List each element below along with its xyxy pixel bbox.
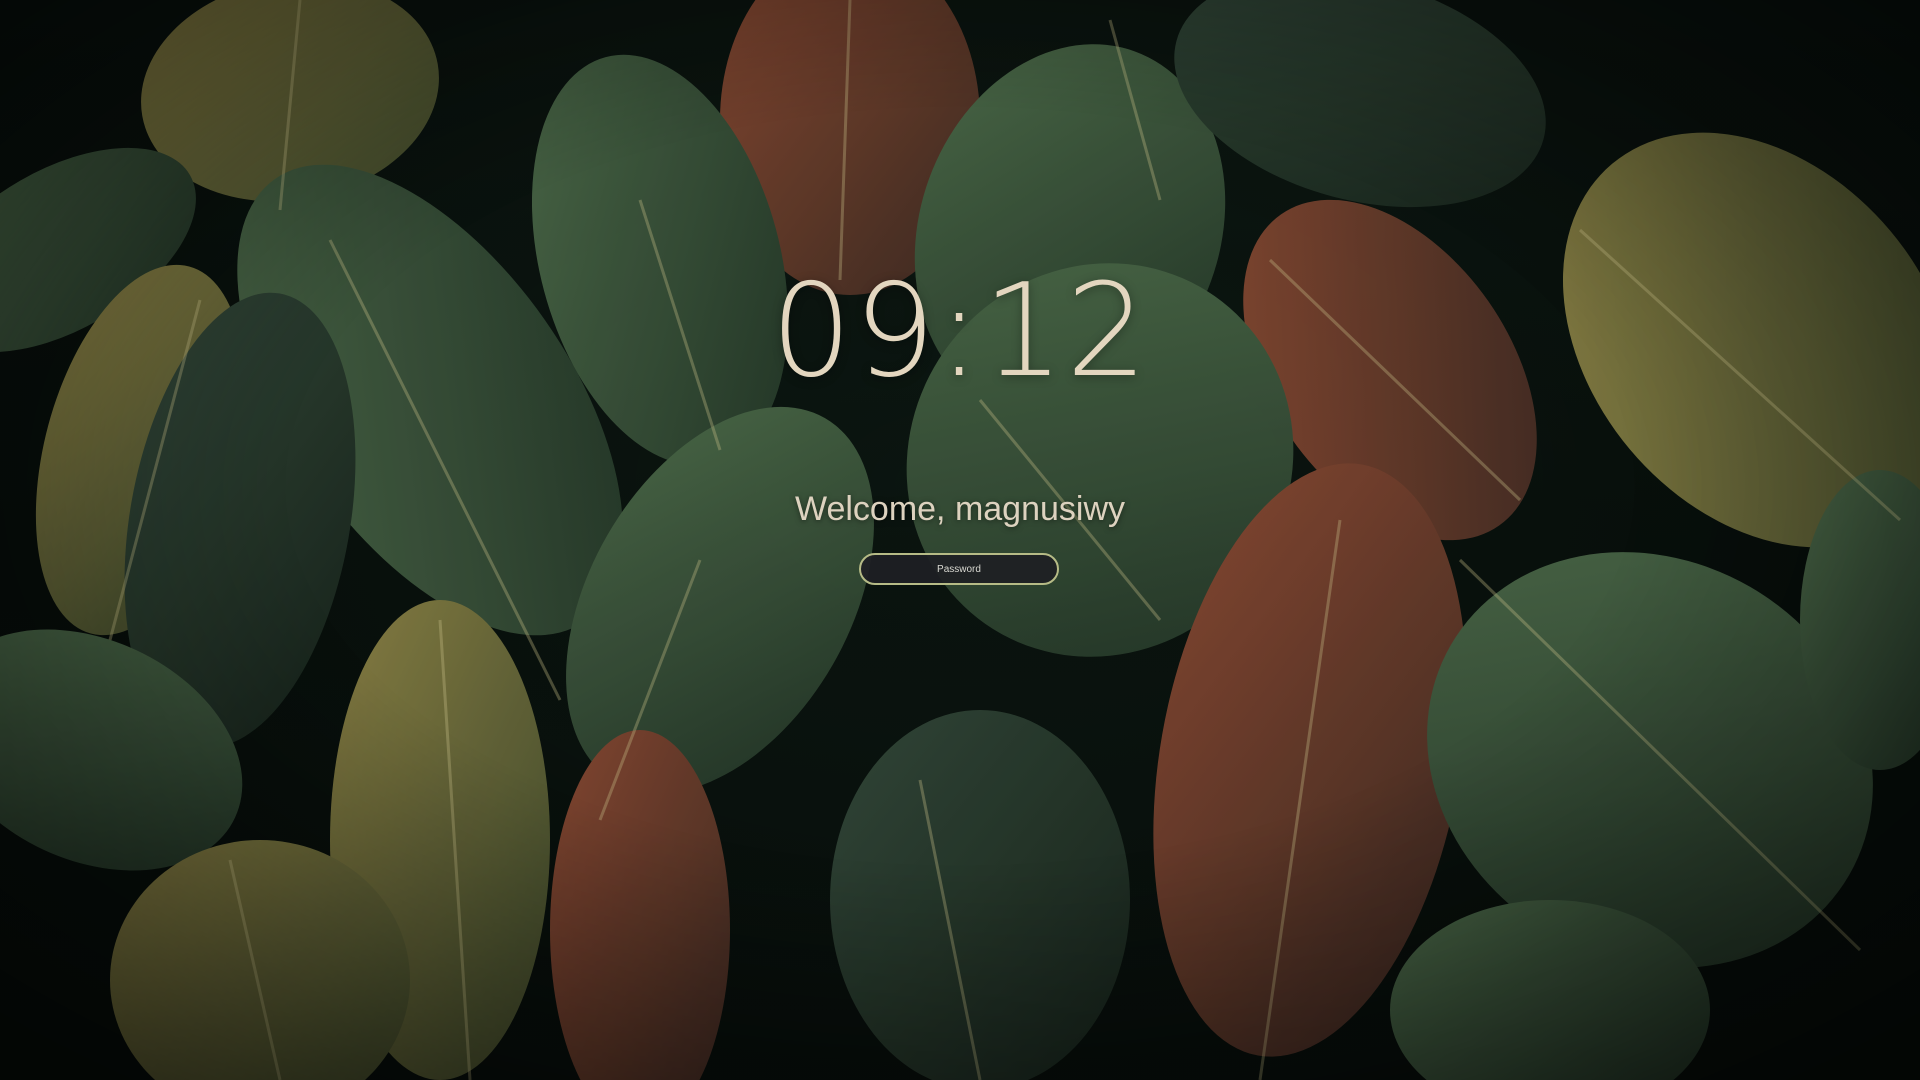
welcome-message: Welcome, magnusiwy — [794, 490, 1126, 528]
clock-time: 09:12 — [770, 257, 1150, 406]
password-input[interactable] — [859, 553, 1059, 585]
lock-screen: 09:12 Welcome, magnusiwy — [0, 0, 1920, 1080]
